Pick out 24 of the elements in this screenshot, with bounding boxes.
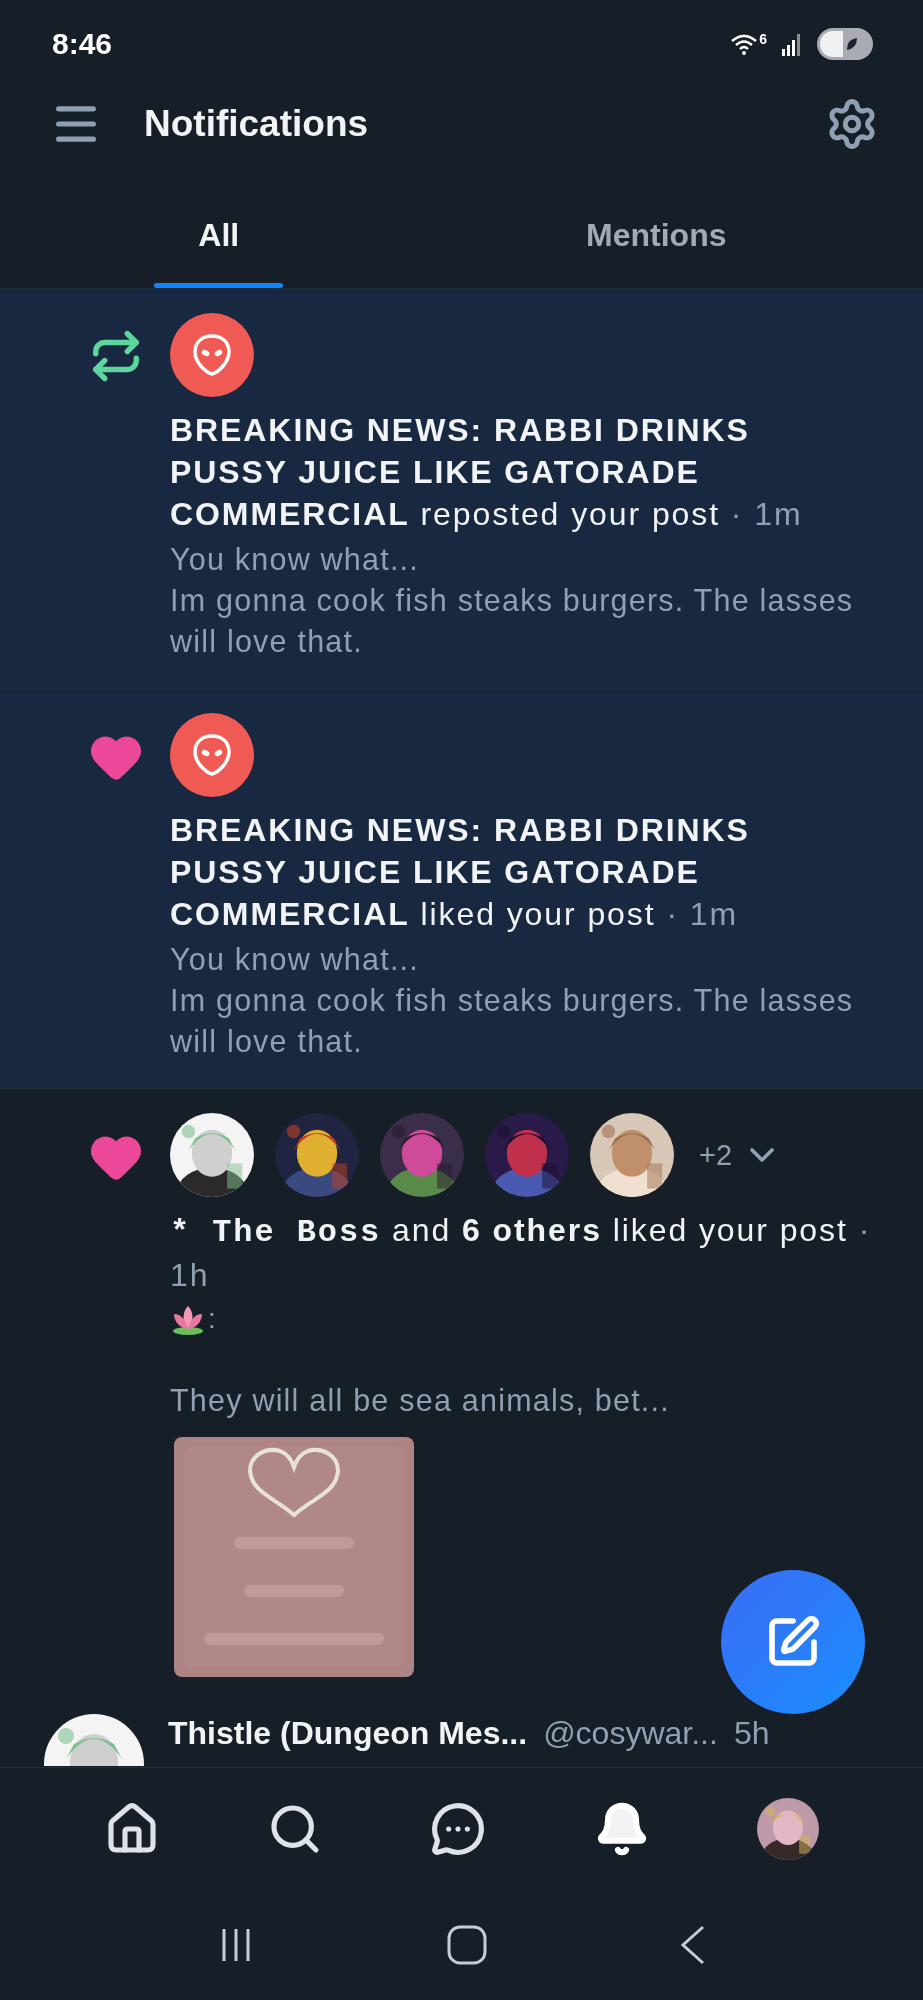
post-text: :: [208, 1303, 216, 1335]
post-text: You know what... Im gonna cook fish steaks burgers. The lasses will love that.: [170, 941, 855, 1060]
notification-text: * The Boss and 6 others liked your post · 1h: [170, 1211, 873, 1295]
notification-card[interactable]: BREAKING NEWS: RABBI DRINKS PUSSY JUICE LIKE GATORADE COMMERCIAL reposted your post · 1m You know what... Im gonna cook fish steaks burgers. The lasses will love that.: [0, 289, 923, 689]
wifi-icon: [730, 32, 759, 56]
signal-icon: [781, 32, 803, 56]
notification-text: BREAKING NEWS: RABBI DRINKS PUSSY JUICE LIKE GATORADE COMMERCIAL liked your post · 1m: [170, 811, 751, 934]
notification-card[interactable]: BREAKING NEWS: RABBI DRINKS PUSSY JUICE LIKE GATORADE COMMERCIAL liked your post · 1m You know what... Im gonna cook fish steaks burgers. The lasses will love that.: [0, 689, 923, 1089]
expand-avatars-button[interactable]: +2: [695, 1135, 783, 1175]
status-time: 8:46: [52, 27, 113, 61]
home-nav-icon[interactable]: [447, 1925, 488, 1965]
wifi-label: 6: [759, 32, 767, 46]
alien-icon: [192, 333, 232, 377]
post-time: 5h: [733, 1714, 770, 1752]
alien-icon: [192, 733, 232, 777]
author-name: Thistle (Dungeon Mes...: [168, 1714, 528, 1752]
notification-text: BREAKING NEWS: RABBI DRINKS PUSSY JUICE LIKE GATORADE COMMERCIAL reposted your post · 1m: [170, 411, 804, 534]
post-text: They will all be sea animals, bet...: [170, 1382, 671, 1420]
author-handle: @cosywar...: [543, 1714, 718, 1752]
tab[interactable]: Mentions: [542, 191, 771, 288]
page-title: Notifications: [144, 103, 370, 145]
post-text: You know what... Im gonna cook fish steaks burgers. The lasses will love that.: [170, 541, 855, 660]
battery-icon: [817, 28, 873, 60]
tab[interactable]: All: [154, 191, 284, 288]
